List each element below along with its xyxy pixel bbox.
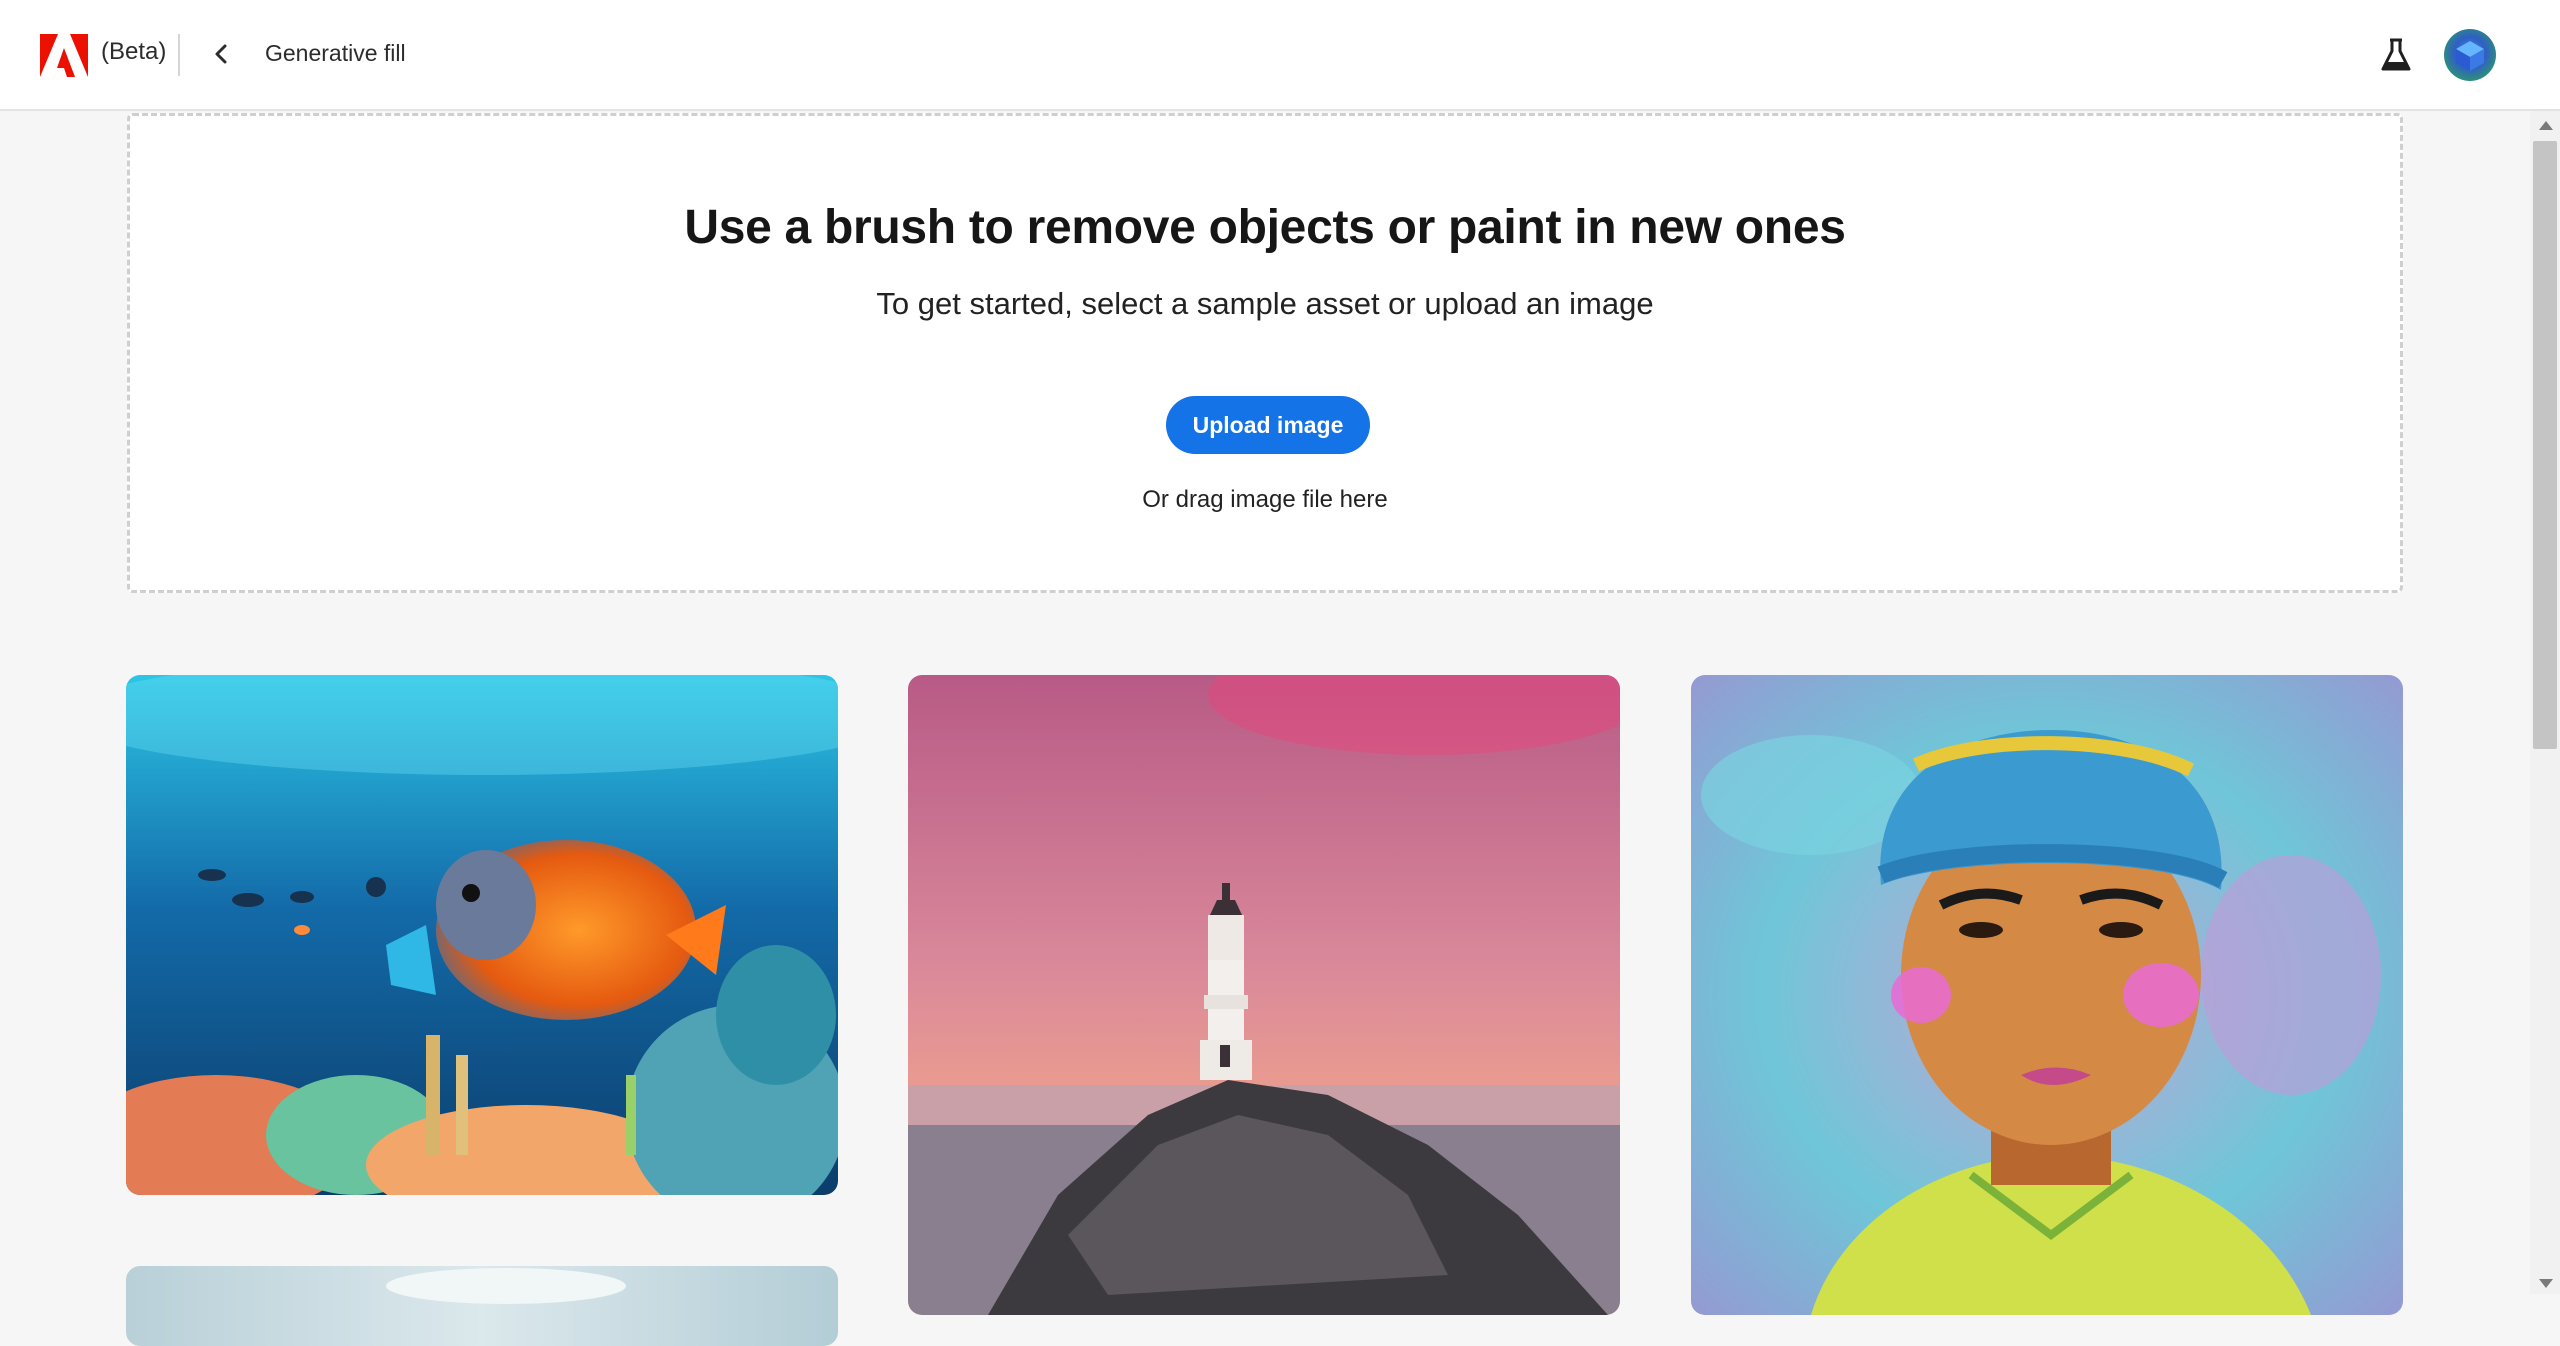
header-divider (178, 34, 180, 76)
labs-flask-icon[interactable] (2377, 36, 2415, 74)
sky-image (126, 1266, 838, 1346)
image-drop-zone[interactable]: Use a brush to remove objects or paint i… (127, 113, 2403, 593)
page-title: Generative fill (265, 40, 406, 66)
lighthouse-image (908, 675, 1620, 1315)
user-avatar[interactable] (2444, 29, 2496, 81)
sample-image-lighthouse[interactable] (908, 675, 1620, 1315)
portrait-image (1691, 675, 2403, 1315)
drag-hint: Or drag image file here (1142, 486, 1388, 513)
scroll-down-arrow-icon[interactable] (2539, 1279, 2553, 1288)
scroll-thumb[interactable] (2533, 141, 2557, 749)
underwater-fish-image (126, 675, 838, 1195)
sample-image-sky[interactable] (126, 1266, 838, 1346)
adobe-logo-icon[interactable] (40, 34, 88, 77)
scroll-up-arrow-icon[interactable] (2539, 121, 2553, 130)
avatar-cube-icon (2456, 41, 2484, 71)
dropzone-title: Use a brush to remove objects or paint i… (684, 201, 1846, 254)
upload-image-button[interactable]: Upload image (1166, 396, 1370, 454)
back-chevron-icon[interactable] (208, 40, 236, 68)
dropzone-subtitle: To get started, select a sample asset or… (876, 286, 1654, 321)
top-bar: (Beta) Generative fill (0, 0, 2560, 111)
page-scrollbar[interactable] (2530, 111, 2560, 1294)
sample-image-portrait[interactable] (1691, 675, 2403, 1315)
sample-image-underwater-fish[interactable] (126, 675, 838, 1195)
beta-label: (Beta) (101, 38, 167, 65)
